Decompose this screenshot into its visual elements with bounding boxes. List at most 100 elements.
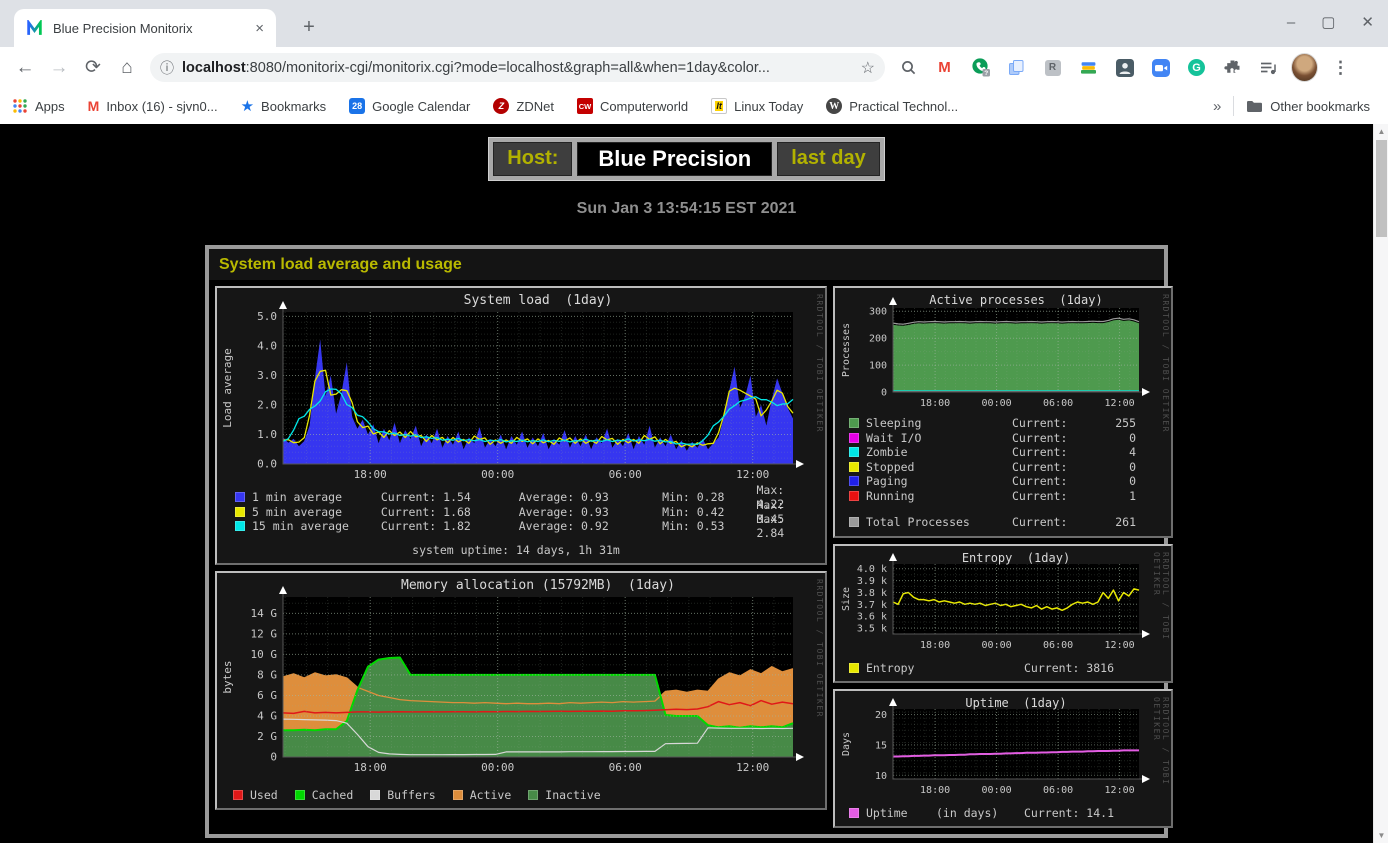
active-processes-legend: SleepingCurrent:255Wait I/OCurrent:0Zomb… [837,416,1159,530]
svg-text:00:00: 00:00 [481,468,514,481]
svg-text:3.5 k: 3.5 k [857,623,887,634]
period-label[interactable]: last day [777,142,879,176]
svg-text:0: 0 [881,388,887,399]
svg-text:System load (1day): System load (1day) [464,293,613,308]
forward-button[interactable]: → [42,53,76,83]
svg-text:18:00: 18:00 [920,785,950,796]
system-load-legend: 1 min averageCurrent: 1.54Average: 0.93M… [219,490,813,534]
menu-icon[interactable]: ⋮ [1327,54,1354,81]
playlist-icon[interactable] [1255,54,1282,81]
active-processes-chart: 010020030018:0000:0006:0012:00ProcessesA… [837,292,1159,416]
extension-icons: M? R G ⋮ [895,54,1354,81]
svg-text:12 G: 12 G [251,627,278,640]
host-name: Blue Precision [577,142,772,176]
svg-text:Days: Days [841,731,852,755]
svg-text:06:00: 06:00 [1043,640,1073,651]
browser-window: Blue Precision Monitorix × + – ▢ ✕ ←→⟳⌂ ⓘ … [0,0,1388,843]
new-tab-button[interactable]: + [296,16,322,39]
maximize-button[interactable]: ▢ [1321,12,1335,34]
legend-item: Buffers [370,788,435,802]
legend-row: ZombieCurrent:4 [837,445,1159,460]
scrollbar-thumb[interactable] [1376,140,1387,237]
legend-row: Wait I/OCurrent:0 [837,431,1159,446]
svg-text:0: 0 [270,750,277,763]
svg-text:bytes: bytes [221,660,234,693]
phone-icon[interactable]: ? [967,54,994,81]
svg-text:12:00: 12:00 [1105,398,1135,409]
home-button[interactable]: ⌂ [110,53,144,83]
address-bar[interactable]: ⓘ localhost:8080/monitorix-cgi/monitorix… [150,53,885,82]
svg-text:18:00: 18:00 [920,398,950,409]
bookmark-computerworld[interactable]: CWComputerworld [577,98,688,114]
svg-text:Active processes (1day): Active processes (1day) [929,293,1102,307]
svg-text:12:00: 12:00 [736,761,769,774]
person-icon[interactable] [1111,54,1138,81]
svg-text:3.9 k: 3.9 k [857,576,887,587]
legend-row: StoppedCurrent:0 [837,460,1159,475]
legend-row: 5 min averageCurrent: 1.68Average: 0.93M… [219,505,813,520]
entropy-panel: 3.5 k3.6 k3.7 k3.8 k3.9 k4.0 k18:0000:00… [833,544,1173,683]
bookmark-bookmarks[interactable]: ★Bookmarks [241,97,326,115]
active-processes-panel: 010020030018:0000:0006:0012:00ProcessesA… [833,286,1173,538]
svg-text:4.0: 4.0 [257,339,277,352]
copy-icon[interactable] [1003,54,1030,81]
scroll-up-icon[interactable]: ▲ [1374,127,1388,136]
svg-text:12:00: 12:00 [736,468,769,481]
url-text: localhost:8080/monitorix-cgi/monitorix.c… [182,60,853,76]
system-load-panel: 0.01.02.03.04.05.018:0000:0006:0012:00Lo… [215,286,827,565]
bookmark-linux-today[interactable]: ltLinux Today [711,98,803,114]
svg-text:12:00: 12:00 [1105,640,1135,651]
reload-button[interactable]: ⟳ [76,53,110,83]
site-info-icon[interactable]: ⓘ [160,58,174,78]
svg-text:18:00: 18:00 [920,640,950,651]
legend-total-row: Total ProcessesCurrent:261 [837,515,1159,530]
legend-row: 15 min averageCurrent: 1.82Average: 0.92… [219,519,813,534]
svg-text:10 G: 10 G [251,647,278,660]
legend-row: SleepingCurrent:255 [837,416,1159,431]
grammarly-icon[interactable]: G [1183,54,1210,81]
books-icon[interactable] [1075,54,1102,81]
rrdtool-watermark: RRDTOOL / TOBI OETIKER [815,579,824,718]
legend-item: Used [233,788,278,802]
close-button[interactable]: ✕ [1361,12,1374,34]
svg-text:Load average: Load average [221,348,234,427]
svg-text:?: ? [984,70,988,77]
bookmark-google-calendar[interactable]: 28Google Calendar [349,98,470,114]
bookmark-practical-technol-[interactable]: WPractical Technol... [826,98,958,114]
other-bookmarks-button[interactable]: Other bookmarks [1246,99,1370,114]
svg-text:Size: Size [841,586,852,610]
avatar-icon[interactable] [1291,54,1318,81]
bookmarks-overflow-icon[interactable]: » [1213,98,1221,115]
folder-icon [1246,99,1263,113]
puzzle-icon[interactable] [1219,54,1246,81]
tab-close-icon[interactable]: × [251,20,268,37]
svg-text:Entropy (1day): Entropy (1day) [962,551,1070,565]
svg-text:06:00: 06:00 [1043,785,1073,796]
legend-item: Cached [295,788,354,802]
gmail-icon[interactable]: M [931,54,958,81]
search-icon[interactable] [895,54,922,81]
zoom-icon[interactable] [1147,54,1174,81]
reader-icon[interactable]: R [1039,54,1066,81]
bookmark-apps[interactable]: Apps [12,98,65,114]
legend-row: Uptime(in days)Current: 14.1 [837,806,1159,820]
page-scrollbar[interactable]: ▲ ▼ [1373,124,1388,843]
svg-text:1.0: 1.0 [257,428,277,441]
svg-text:Processes: Processes [841,323,852,377]
system-uptime-note: system uptime: 14 days, 1h 31m [219,543,813,557]
svg-text:3.8 k: 3.8 k [857,588,887,599]
svg-text:15: 15 [875,740,887,751]
memory-chart: 02 G4 G6 G8 G10 G12 G14 G18:0000:0006:00… [219,577,813,783]
minimize-button[interactable]: – [1287,12,1295,34]
back-button[interactable]: ← [8,53,42,83]
tab-strip: Blue Precision Monitorix × + – ▢ ✕ [0,0,1388,47]
bookmark-zdnet[interactable]: ZZDNet [493,98,554,114]
scroll-down-icon[interactable]: ▼ [1374,831,1388,840]
url-path: :8080/monitorix-cgi/monitorix.cgi?mode=l… [246,60,770,76]
bookmark-star-icon[interactable]: ☆ [861,58,875,78]
browser-tab[interactable]: Blue Precision Monitorix × [14,9,276,47]
svg-text:18:00: 18:00 [354,761,387,774]
bookmark-inbox-16-sjvn0-[interactable]: MInbox (16) - sjvn0... [88,98,218,114]
browser-toolbar: ←→⟳⌂ ⓘ localhost:8080/monitorix-cgi/moni… [0,47,1388,88]
legend-item: Active [453,788,512,802]
